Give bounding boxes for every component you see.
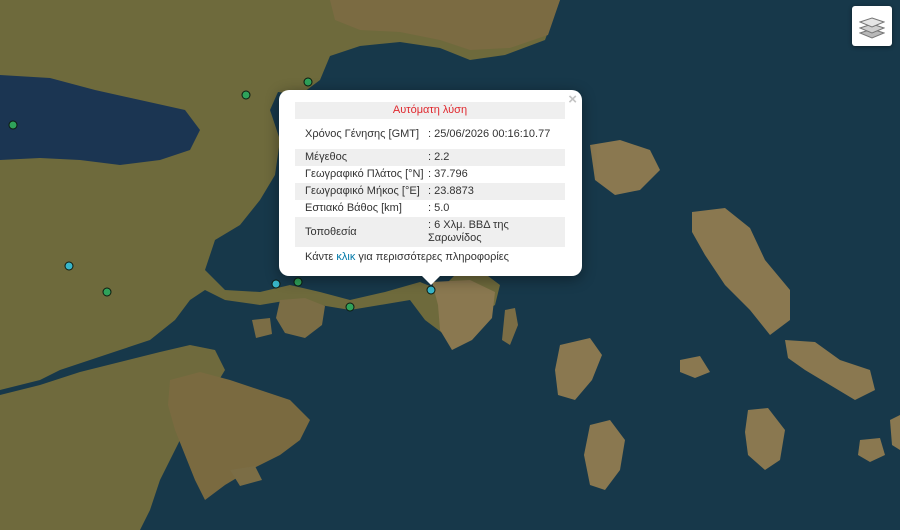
popup-title: Αυτόματη λύση	[295, 102, 565, 119]
value-location: : 6 Χλμ. ΒΒΔ της Σαρωνίδος	[428, 217, 565, 247]
more-info-text: Κάντε κλικ για περισσότερες πληροφορίες	[295, 251, 566, 263]
earthquake-marker[interactable]	[241, 90, 251, 100]
selected-earthquake-marker[interactable]	[426, 285, 436, 295]
earthquake-marker[interactable]	[64, 261, 74, 271]
earthquake-marker[interactable]	[271, 279, 281, 289]
value-origin-time: : 25/06/2026 00:16:10.77	[428, 127, 551, 140]
popup-info-table: Αυτόματη λύση Χρόνος Γένησης [GMT] : 25/…	[295, 102, 565, 247]
earthquake-marker[interactable]	[303, 77, 313, 87]
earthquake-popup: × Αυτόματη λύση Χρόνος Γένησης [GMT] : 2…	[279, 90, 582, 285]
label-latitude: Γεωγραφικό Πλάτος [°N]	[305, 168, 424, 180]
label-longitude: Γεωγραφικό Μήκος [°E]	[295, 183, 428, 200]
layers-button[interactable]	[852, 6, 892, 46]
earthquake-marker[interactable]	[293, 277, 303, 287]
value-longitude: : 23.8873	[428, 183, 565, 200]
row-origin-time: Χρόνος Γένησης [GMT] : 25/06/2026 00:16:…	[295, 119, 565, 149]
row-longitude: Γεωγραφικό Μήκος [°E] : 23.8873	[295, 183, 565, 200]
popup-title-row: Αυτόματη λύση	[295, 102, 565, 119]
value-latitude: : 37.796	[428, 168, 468, 180]
row-latitude: Γεωγραφικό Πλάτος [°N] : 37.796	[295, 166, 565, 183]
earthquake-marker[interactable]	[345, 302, 355, 312]
row-location: Τοποθεσία : 6 Χλμ. ΒΒΔ της Σαρωνίδος	[295, 217, 565, 247]
row-depth: Εστιακό Βάθος [km] : 5.0	[295, 200, 565, 217]
more-info-link[interactable]: κλικ	[336, 251, 355, 263]
layers-icon	[859, 17, 885, 39]
label-magnitude: Μέγεθος	[295, 149, 428, 166]
value-depth: : 5.0	[428, 202, 450, 214]
value-magnitude: : 2.2	[428, 149, 565, 166]
popup-close-button[interactable]: ×	[568, 92, 577, 108]
label-location: Τοποθεσία	[295, 217, 428, 247]
more-info-suffix: για περισσότερες πληροφορίες	[355, 251, 509, 263]
label-origin-time: Χρόνος Γένησης [GMT]	[305, 127, 420, 140]
popup-tip	[422, 276, 440, 285]
label-depth: Εστιακό Βάθος [km]	[305, 202, 402, 214]
earthquake-marker[interactable]	[8, 120, 18, 130]
earthquake-marker[interactable]	[102, 287, 112, 297]
more-info-prefix: Κάντε	[305, 251, 337, 263]
row-magnitude: Μέγεθος : 2.2	[295, 149, 565, 166]
